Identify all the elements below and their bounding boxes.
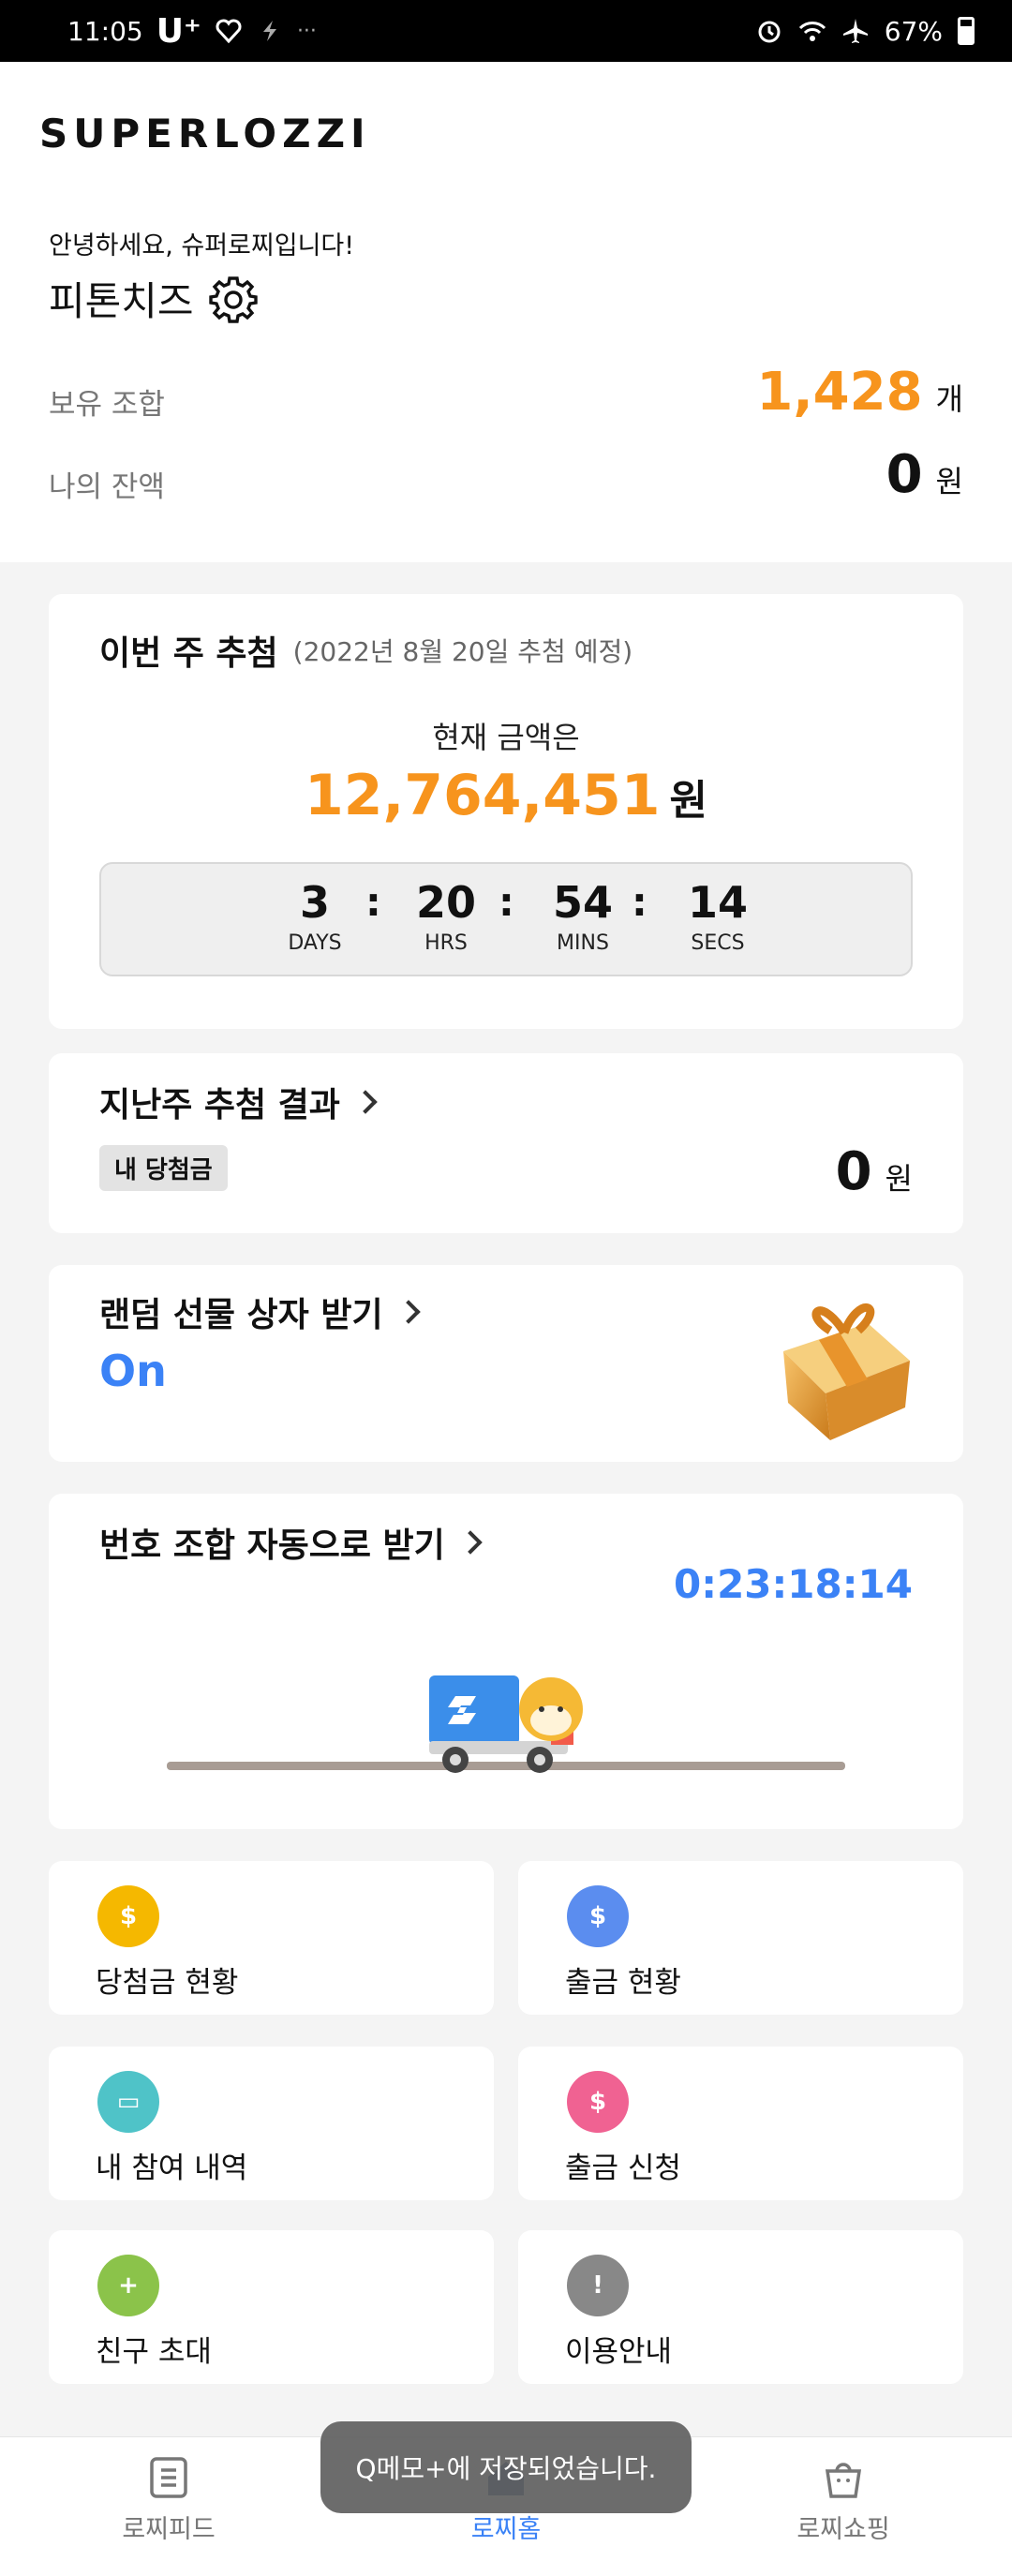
- last-week-prize-unit: 원: [885, 1161, 913, 1197]
- draw-title-text: 이번 주 추첨: [99, 634, 278, 673]
- nav-feed-label: 로찌피드: [122, 2515, 216, 2544]
- add-friend-icon: +: [97, 2255, 159, 2316]
- participation-history-tile[interactable]: ▭ 내 참여 내역: [49, 2047, 494, 2200]
- holdings-unit: 개: [935, 381, 963, 417]
- draw-date: (2022년 8월 20일 추첨 예정): [292, 636, 633, 667]
- countdown-separator: :: [632, 879, 647, 925]
- nav-shop-label: 로찌쇼핑: [796, 2515, 890, 2544]
- tile-label: 출금 신청: [565, 2152, 681, 2185]
- holdings-label: 보유 조합: [49, 388, 165, 422]
- last-week-prize-group: 0 원: [836, 1141, 913, 1202]
- status-time: 11:05: [67, 15, 143, 47]
- gift-title[interactable]: 랜덤 선물 상자 받기: [99, 1288, 421, 1336]
- balance-value-group: 0 원: [886, 444, 963, 505]
- usage-guide-tile[interactable]: ! 이용안내: [518, 2230, 963, 2384]
- jackpot-value: 12,764,451: [304, 763, 661, 828]
- prize-status-tile[interactable]: $ 당첨금 현황: [49, 1861, 494, 2015]
- last-week-title[interactable]: 지난주 추첨 결과: [99, 1078, 378, 1126]
- balance-label: 나의 잔액: [49, 470, 165, 504]
- gift-title-text: 랜덤 선물 상자 받기: [99, 1296, 383, 1334]
- wallet-icon: $: [97, 1885, 159, 1947]
- countdown-minutes: 54 MINS: [552, 877, 613, 955]
- nickname-row: 피톤치즈: [49, 270, 258, 327]
- warning-icon: !: [567, 2255, 629, 2316]
- withdrawal-status-tile[interactable]: $ 출금 현황: [518, 1861, 963, 2015]
- delivery-truck-illustration: [167, 1675, 845, 1773]
- this-week-draw-card: 이번 주 추첨 (2022년 8월 20일 추첨 예정) 현재 금액은 12,7…: [49, 594, 963, 1029]
- battery-icon: [958, 17, 975, 45]
- balance-unit: 원: [935, 464, 963, 499]
- auto-timer: 0:23:18:14: [674, 1561, 913, 1607]
- carrier-label: U⁺: [156, 11, 201, 51]
- nav-shop[interactable]: 로찌쇼핑: [750, 2456, 937, 2545]
- last-week-title-text: 지난주 추첨 결과: [99, 1086, 340, 1124]
- greeting-text: 안녕하세요, 슈퍼로찌입니다!: [49, 231, 355, 261]
- countdown-timer: 3 DAYS : 20 HRS : 54 MINS : 14 SECS: [99, 862, 913, 976]
- countdown-separator: :: [499, 879, 514, 925]
- tile-label: 출금 현황: [565, 1966, 681, 2000]
- wifi-icon: [798, 22, 826, 41]
- random-gift-card[interactable]: 랜덤 선물 상자 받기 On: [49, 1265, 963, 1462]
- more-notifications-icon: ···: [296, 19, 317, 43]
- tile-label: 내 참여 내역: [96, 2152, 248, 2185]
- nav-home-label: 로찌홈: [470, 2515, 542, 2544]
- tile-label: 당첨금 현황: [96, 1966, 239, 2000]
- gear-icon[interactable]: [208, 275, 258, 323]
- health-icon: [216, 19, 242, 44]
- withdraw-icon: $: [567, 2071, 629, 2133]
- countdown-days: 3 DAYS: [288, 877, 342, 955]
- holdings-value-group: 1,428 개: [756, 362, 963, 423]
- auto-receive-card[interactable]: 번호 조합 자동으로 받기 0:23:18:14: [49, 1494, 963, 1829]
- feed-icon: [150, 2457, 187, 2498]
- toast-message: Q메모+에 저장되었습니다.: [320, 2421, 692, 2513]
- alarm-icon: [758, 21, 781, 43]
- withdrawal-request-tile[interactable]: $ 출금 신청: [518, 2047, 963, 2200]
- draw-title: 이번 주 추첨 (2022년 8월 20일 추첨 예정): [99, 626, 632, 675]
- app-notification-icon: [262, 21, 276, 41]
- gift-box-icon: [783, 1303, 910, 1440]
- jackpot-unit: 원: [669, 777, 708, 825]
- chevron-right-icon: [395, 1300, 421, 1324]
- shopping-bag-icon: [825, 2463, 862, 2498]
- atm-icon: $: [567, 1885, 629, 1947]
- battery-percent: 67%: [884, 15, 943, 47]
- ticket-icon: ▭: [97, 2071, 159, 2133]
- profile-section: SUPERLOZZI 안녕하세요, 슈퍼로찌입니다! 피톤치즈 보유 조합 1,…: [0, 62, 1012, 562]
- tile-label: 이용안내: [565, 2335, 673, 2369]
- airplane-mode-icon: [842, 19, 868, 43]
- nickname: 피톤치즈: [49, 278, 194, 324]
- auto-title[interactable]: 번호 조합 자동으로 받기: [99, 1518, 483, 1567]
- app-logo: SUPERLOZZI: [39, 111, 371, 156]
- countdown-seconds: 14 SECS: [687, 877, 748, 955]
- chevron-right-icon: [353, 1090, 378, 1114]
- last-week-result-card[interactable]: 지난주 추첨 결과 내 당첨금 0 원: [49, 1053, 963, 1233]
- tile-label: 친구 초대: [96, 2335, 212, 2369]
- auto-title-text: 번호 조합 자동으로 받기: [99, 1526, 445, 1565]
- status-bar: 11:05 U⁺ ··· 67%: [0, 0, 1012, 62]
- chevron-right-icon: [458, 1530, 483, 1555]
- current-amount-label: 현재 금액은: [432, 720, 580, 755]
- nav-feed[interactable]: 로찌피드: [75, 2456, 262, 2545]
- my-prize-badge: 내 당첨금: [99, 1145, 228, 1191]
- holdings-value: 1,428: [756, 362, 923, 423]
- countdown-hours: 20 HRS: [415, 877, 476, 955]
- countdown-separator: :: [365, 879, 381, 925]
- invite-friend-tile[interactable]: + 친구 초대: [49, 2230, 494, 2384]
- balance-value: 0: [886, 444, 923, 505]
- last-week-prize-value: 0: [835, 1141, 872, 1202]
- gift-state: On: [99, 1346, 167, 1396]
- jackpot-amount: 12,764,451 원: [49, 763, 963, 828]
